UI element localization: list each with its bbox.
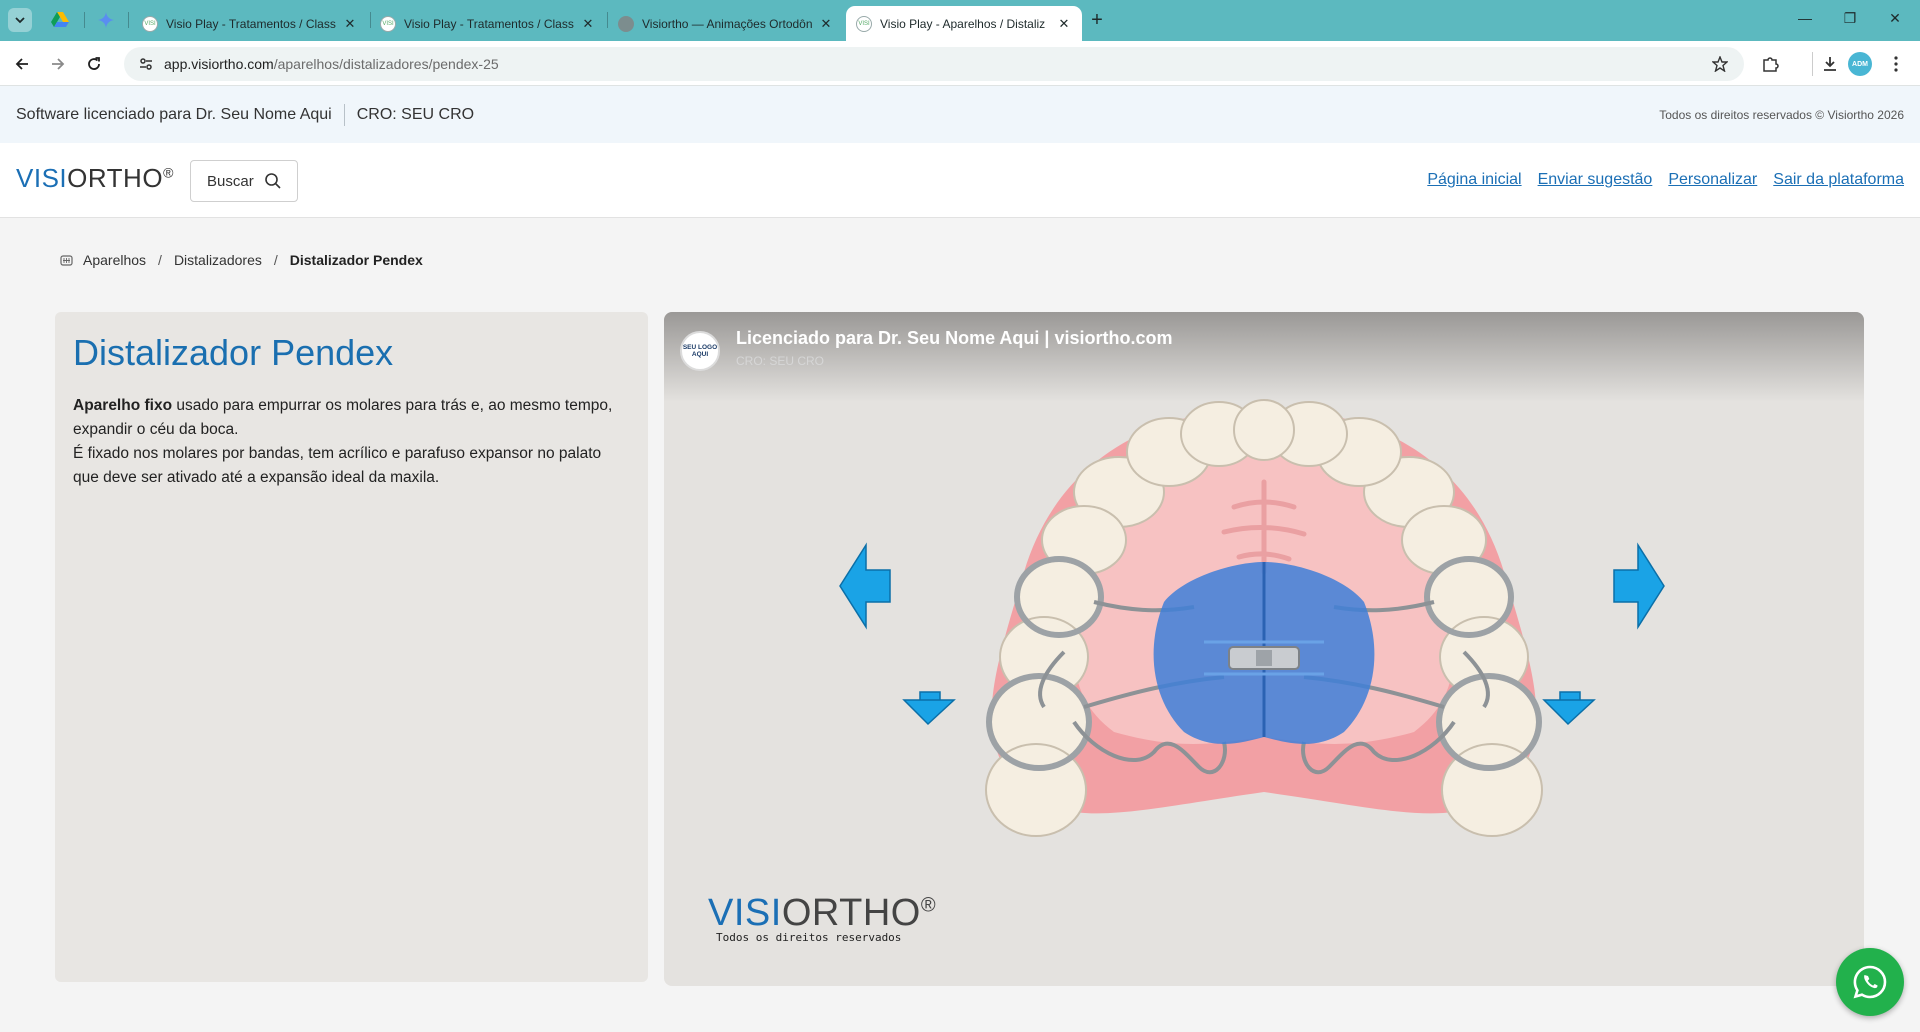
globe-icon [618, 15, 634, 32]
description-bold: Aparelho fixo [73, 397, 173, 414]
close-icon[interactable]: ✕ [342, 16, 358, 32]
visiortho-watermark: VISIORTHO® Todos os direitos reservados [708, 892, 936, 944]
breadcrumb-distalizadores[interactable]: Distalizadores [174, 252, 262, 268]
logo-ortho: ORTHO [67, 163, 164, 193]
download-icon[interactable] [1812, 52, 1846, 76]
back-arrow-icon[interactable] [8, 50, 36, 78]
nav-customize-link[interactable]: Personalizar [1668, 171, 1757, 189]
tab-title: Visiortho — Animações Ortodônticas [642, 16, 812, 31]
nav-home-link[interactable]: Página inicial [1427, 171, 1521, 189]
extensions-puzzle-icon[interactable] [1758, 52, 1782, 76]
whatsapp-icon [1853, 965, 1887, 999]
video-cro-text: CRO: SEU CRO [736, 354, 825, 368]
new-tab-plus-icon[interactable]: + [1086, 10, 1108, 32]
watermark-ortho: ORTHO [781, 892, 921, 934]
visiortho-logo[interactable]: VISIORTHO® [16, 163, 174, 194]
logo-visi: VISI [16, 163, 68, 193]
tab-visio-play-tratamentos-1[interactable]: VISI Visio Play - Tratamentos / Classe ✕ [132, 6, 368, 41]
profile-avatar[interactable]: ADM [1848, 52, 1872, 76]
breadcrumb-aparelhos[interactable]: Aparelhos [83, 252, 146, 268]
watermark-visi: VISI [708, 892, 782, 934]
tab-visiortho-animacoes[interactable]: Visiortho — Animações Ortodônticas ✕ [608, 6, 844, 41]
google-drive-icon[interactable] [50, 10, 70, 30]
pendex-appliance-illustration [839, 399, 1665, 837]
seu-logo-seal: SEU LOGO AQUI [680, 331, 720, 371]
device-info-card: Distalizador Pendex Aparelho fixo usado … [55, 312, 648, 982]
top-nav: Página inicial Enviar sugestão Personali… [1427, 171, 1904, 189]
gemini-icon[interactable] [96, 10, 116, 30]
close-icon[interactable]: ✕ [580, 16, 596, 32]
browser-toolbar: app.visiortho.com/aparelhos/distalizador… [0, 41, 1920, 86]
tab-divider [128, 12, 129, 28]
cro-text: CRO: SEU CRO [356, 105, 475, 123]
breadcrumb: Aparelhos / Distalizadores / Distalizado… [60, 252, 423, 268]
video-license-text: Licenciado para Dr. Seu Nome Aqui | visi… [736, 328, 1173, 348]
nav-suggestion-link[interactable]: Enviar sugestão [1538, 171, 1653, 189]
braces-icon [60, 254, 73, 266]
device-description: Aparelho fixo usado para empurrar os mol… [73, 394, 630, 490]
visio-icon: VISI [380, 15, 396, 32]
close-icon[interactable]: ✕ [1056, 16, 1072, 32]
tab-search-chevron-icon[interactable] [8, 8, 32, 32]
bookmark-star-icon[interactable] [1710, 54, 1730, 74]
page-title: Distalizador Pendex [73, 332, 394, 373]
licensed-to-text: Software licenciado para Dr. Seu Nome Aq… [16, 105, 332, 123]
reload-icon[interactable] [80, 50, 108, 78]
site-header: VISIORTHO® Buscar Página inicial Enviar … [0, 143, 1920, 218]
site-settings-icon[interactable] [136, 54, 156, 74]
description-line-2: É fixado nos molares por bandas, tem acr… [73, 445, 602, 486]
tab-title: Visio Play - Tratamentos / Classe [166, 16, 336, 31]
watermark-logo: VISIORTHO® [708, 892, 936, 935]
tab-title: Visio Play - Aparelhos / Distaliz [880, 16, 1046, 31]
close-icon[interactable]: ✕ [818, 16, 834, 32]
video-top-overlay [664, 312, 1864, 402]
window-close-icon[interactable]: ✕ [1875, 10, 1915, 30]
breadcrumb-separator: / [273, 252, 278, 268]
license-bar: Software licenciado para Dr. Seu Nome Aq… [0, 86, 1920, 143]
address-bar[interactable]: app.visiortho.com/aparelhos/distalizador… [124, 47, 1744, 81]
whatsapp-button[interactable] [1836, 948, 1904, 1016]
more-menu-icon[interactable] [1884, 52, 1908, 76]
breadcrumb-current: Distalizador Pendex [289, 252, 423, 268]
watermark-reg: ® [920, 894, 937, 917]
tab-visio-play-tratamentos-2[interactable]: VISI Visio Play - Tratamentos / Classe ✕ [370, 6, 606, 41]
url-path: /aparelhos/distalizadores/pendex-25 [273, 56, 499, 72]
tab-visio-play-aparelhos[interactable]: VISI Visio Play - Aparelhos / Distaliz ✕ [846, 6, 1082, 41]
copyright-text: Todos os direitos reservados © Visiortho… [1659, 108, 1904, 122]
search-button[interactable]: Buscar [190, 160, 298, 202]
divider [343, 103, 345, 126]
search-icon [264, 173, 281, 189]
animation-player[interactable]: SEU LOGO AQUI Licenciado para Dr. Seu No… [664, 312, 1864, 986]
visio-icon: VISI [142, 15, 158, 32]
tab-title: Visio Play - Tratamentos / Classe [404, 16, 574, 31]
url-host: app.visiortho.com [164, 56, 274, 72]
search-label: Buscar [207, 172, 254, 190]
breadcrumb-separator: / [158, 252, 162, 268]
logo-reg: ® [163, 164, 174, 181]
restore-icon[interactable]: ❐ [1830, 10, 1870, 30]
forward-arrow-icon[interactable] [44, 50, 72, 78]
tab-divider [84, 12, 85, 28]
minimize-icon[interactable]: — [1785, 10, 1825, 30]
nav-logout-link[interactable]: Sair da plataforma [1773, 171, 1904, 189]
visio-icon: VISI [856, 15, 872, 32]
browser-tab-bar: VISI Visio Play - Tratamentos / Classe ✕… [0, 0, 1920, 41]
